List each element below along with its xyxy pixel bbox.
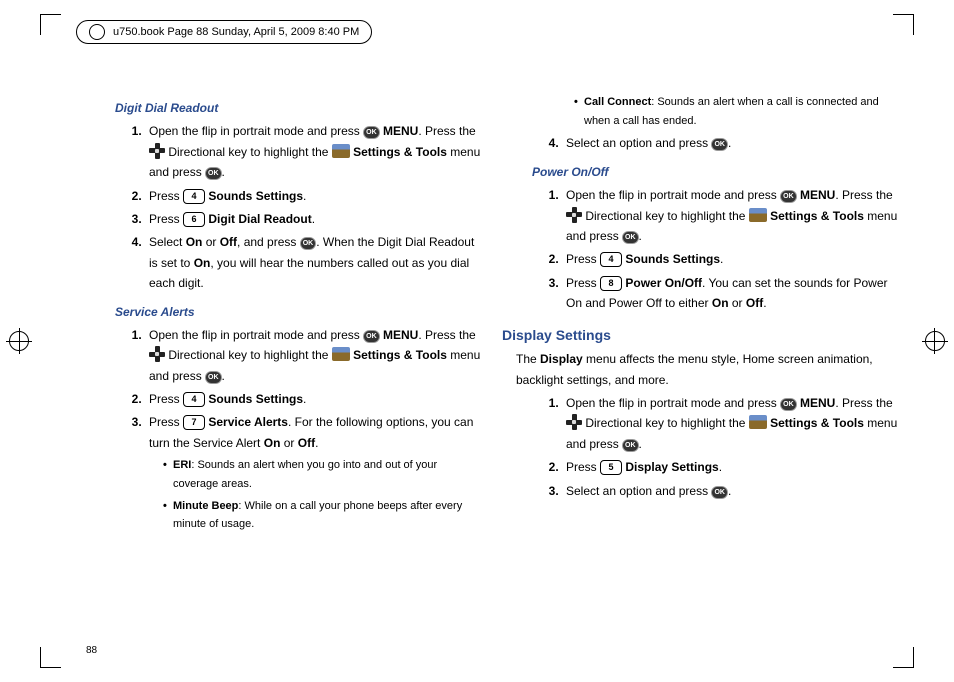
dpad-icon [566, 207, 582, 223]
list-item: Open the flip in portrait mode and press… [562, 185, 899, 246]
page-header: u750.book Page 88 Sunday, April 5, 2009 … [76, 20, 372, 44]
ok-icon: OK [780, 190, 797, 203]
list-item: Press 4 Sounds Settings. [562, 249, 899, 269]
bullet-item: Call Connect: Sounds an alert when a cal… [574, 93, 899, 130]
left-column: Digit Dial Readout Open the flip in port… [85, 90, 482, 632]
ok-icon: OK [363, 330, 380, 343]
crop-mark-bl [40, 647, 61, 668]
registration-mark-right-v [934, 328, 935, 354]
key-8-icon: 8 [600, 276, 622, 291]
ok-icon: OK [363, 126, 380, 139]
ok-icon: OK [711, 486, 728, 499]
section-display-settings: Display Settings [502, 324, 899, 348]
ok-icon: OK [622, 231, 639, 244]
crop-mark-br [893, 647, 914, 668]
list-item: Open the flip in portrait mode and press… [145, 121, 482, 182]
list-item: Select On or Off, and press OK. When the… [145, 232, 482, 293]
list-item: Select an option and press OK. [562, 133, 899, 153]
crop-mark-tl [40, 14, 61, 35]
key-7-icon: 7 [183, 415, 205, 430]
list-item: Press 6 Digit Dial Readout. [145, 209, 482, 229]
key-4-icon: 4 [183, 189, 205, 204]
crop-mark-tr [893, 14, 914, 35]
ok-icon: OK [205, 167, 222, 180]
dpad-icon [149, 346, 165, 362]
key-6-icon: 6 [183, 212, 205, 227]
section-power-on-off: Power On/Off [532, 162, 899, 182]
bullet-item: ERI: Sounds an alert when you go into an… [163, 456, 482, 493]
ok-icon: OK [300, 237, 317, 250]
section-digit-dial: Digit Dial Readout [115, 98, 482, 118]
registration-mark-left-v [19, 328, 20, 354]
list-item: Press 4 Sounds Settings. [145, 389, 482, 409]
list-item: Press 4 Sounds Settings. [145, 186, 482, 206]
ok-icon: OK [205, 371, 222, 384]
settings-tools-icon [332, 347, 350, 361]
page-number: 88 [86, 645, 97, 656]
right-column: Call Connect: Sounds an alert when a cal… [502, 90, 899, 632]
list-item: Press 8 Power On/Off. You can set the so… [562, 273, 899, 314]
key-4-icon: 4 [600, 252, 622, 267]
list-item: Select an option and press OK. [562, 481, 899, 501]
key-4-icon: 4 [183, 392, 205, 407]
display-intro: The Display menu affects the menu style,… [516, 349, 899, 390]
ok-icon: OK [780, 398, 797, 411]
dpad-icon [149, 143, 165, 159]
section-service-alerts: Service Alerts [115, 302, 482, 322]
list-item: Press 7 Service Alerts. For the followin… [145, 412, 482, 534]
page-content: Digit Dial Readout Open the flip in port… [85, 90, 899, 632]
dpad-icon [566, 414, 582, 430]
ok-icon: OK [711, 138, 728, 151]
settings-tools-icon [332, 144, 350, 158]
framemaker-icon [89, 24, 105, 40]
settings-tools-icon [749, 415, 767, 429]
header-text: u750.book Page 88 Sunday, April 5, 2009 … [113, 26, 359, 38]
list-item: Press 5 Display Settings. [562, 457, 899, 477]
ok-icon: OK [622, 439, 639, 452]
key-5-icon: 5 [600, 460, 622, 475]
bullet-item: Minute Beep: While on a call your phone … [163, 497, 482, 534]
registration-mark-right [922, 328, 948, 354]
settings-tools-icon [749, 208, 767, 222]
list-item: Open the flip in portrait mode and press… [145, 325, 482, 386]
list-item: Open the flip in portrait mode and press… [562, 393, 899, 454]
